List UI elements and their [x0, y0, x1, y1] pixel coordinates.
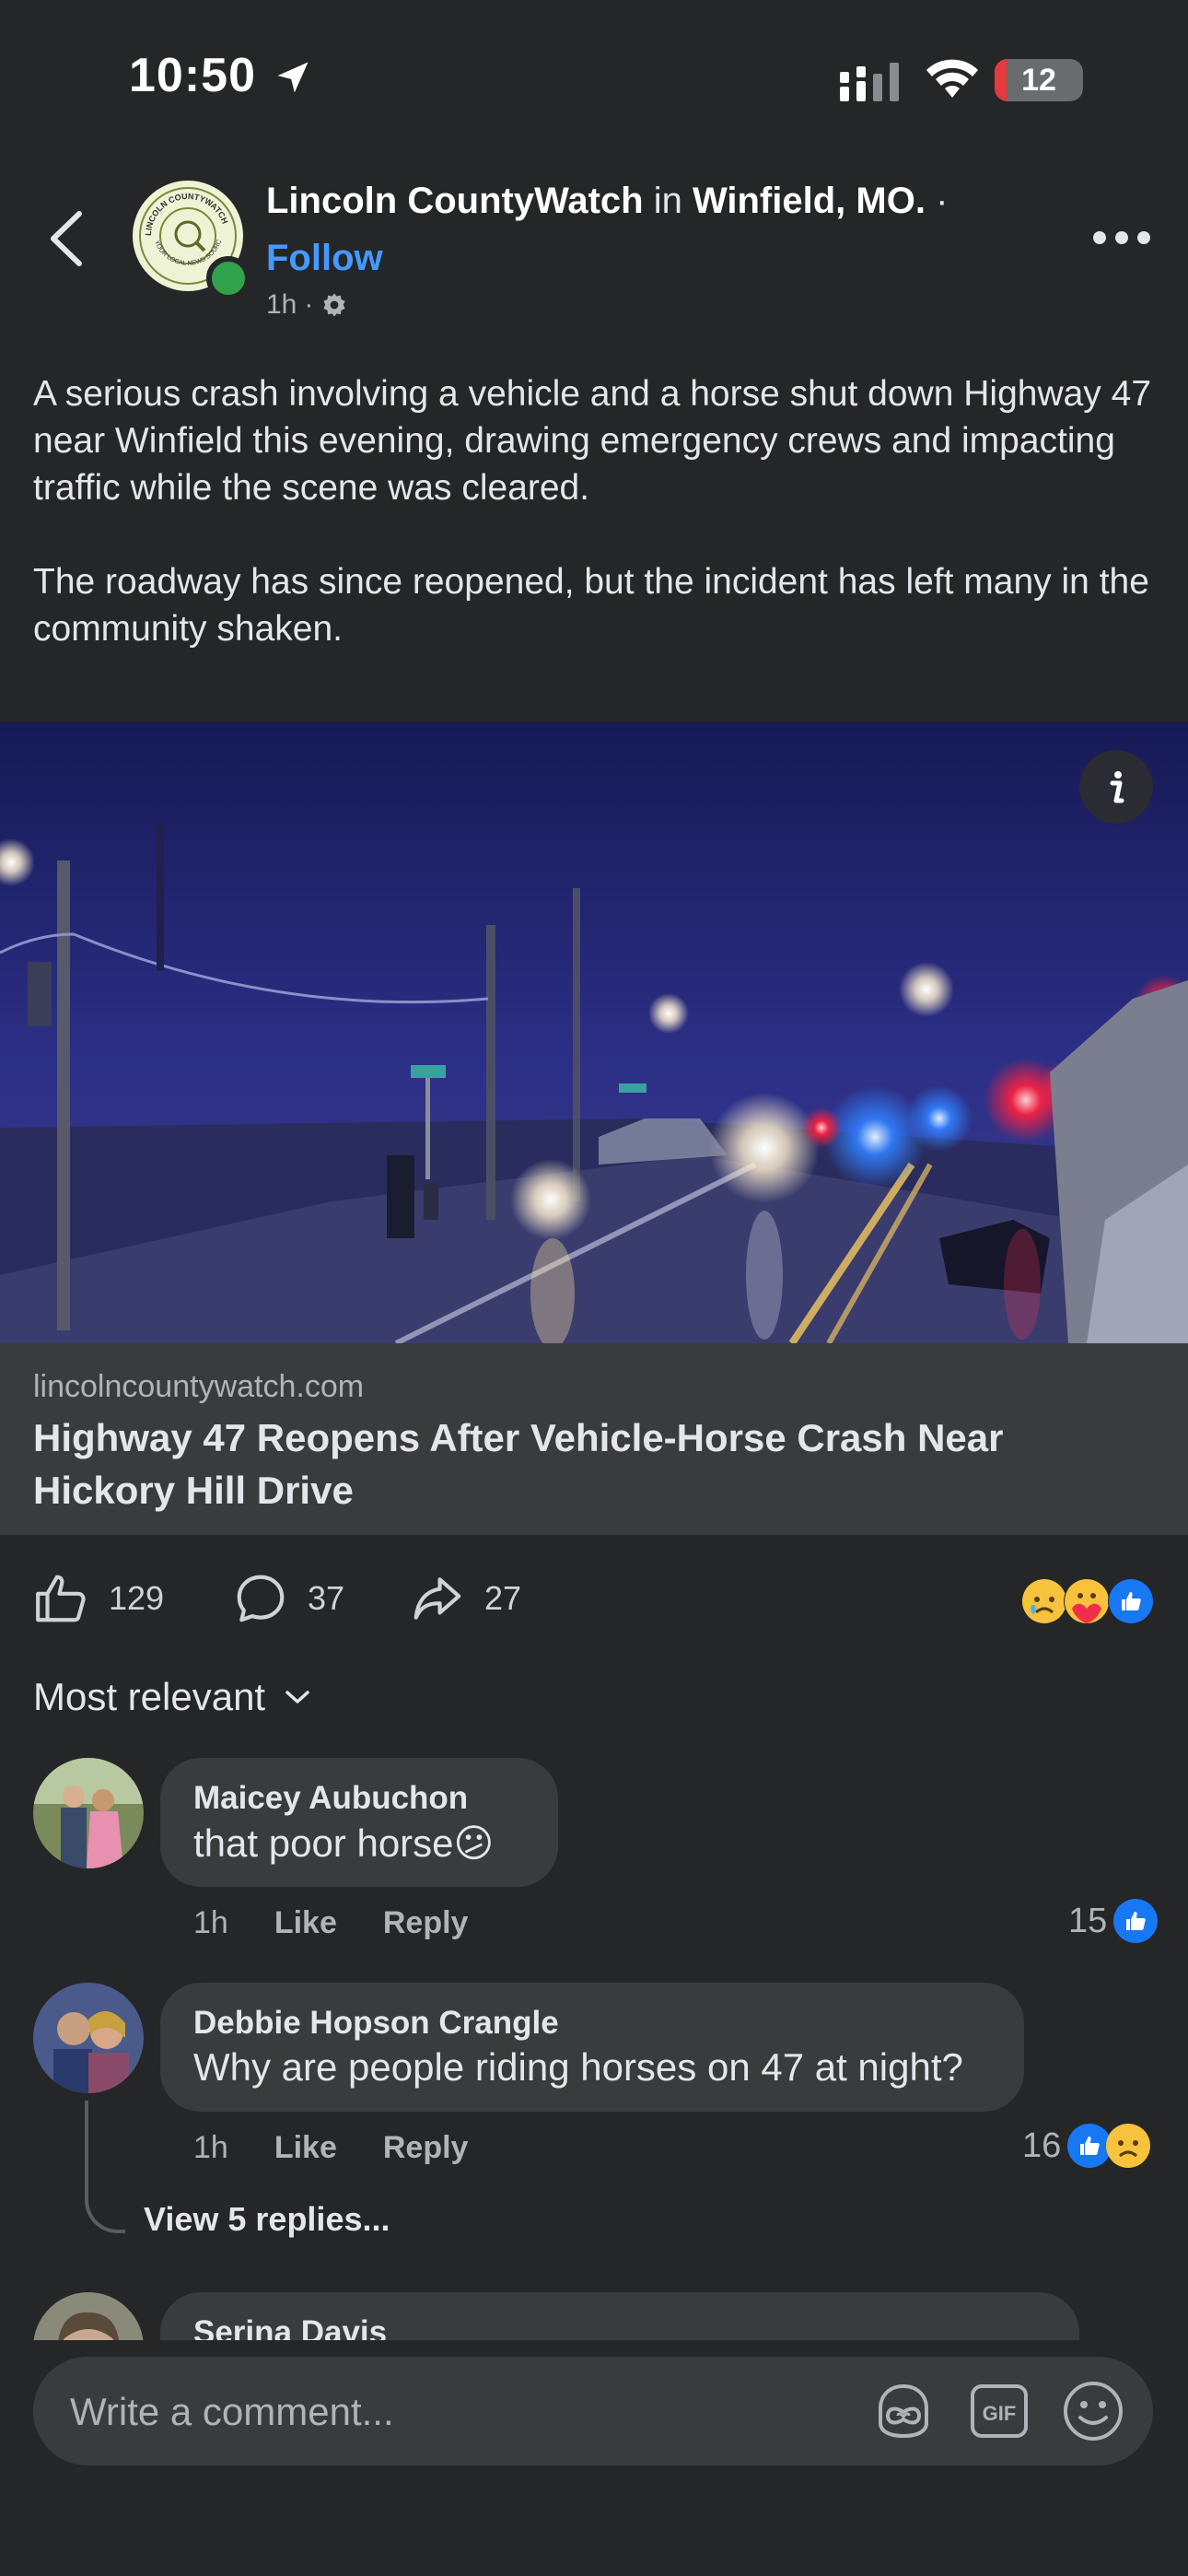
- post-meta: 1h ·: [266, 289, 348, 321]
- post-paragraph-1: A serious crash involving a vehicle and …: [33, 374, 1152, 508]
- comment-text-body: that poor horse: [193, 1821, 454, 1865]
- battery-indicator: 12: [995, 59, 1083, 101]
- confused-emoji: 😕: [453, 1821, 495, 1865]
- comment-input[interactable]: [68, 2383, 827, 2441]
- follow-button[interactable]: Follow: [266, 238, 383, 279]
- share-button[interactable]: 27: [409, 1566, 521, 1631]
- comment-meta: 1h Like Reply: [193, 2130, 468, 2166]
- like-button[interactable]: 129: [33, 1566, 164, 1631]
- commenter-avatar[interactable]: [33, 1983, 144, 2093]
- reply-thread-line: [85, 2101, 125, 2233]
- comment-time[interactable]: 1h: [193, 1905, 228, 1941]
- reaction-summary[interactable]: [1019, 1575, 1159, 1627]
- comment-like-button[interactable]: Like: [274, 2130, 337, 2166]
- status-time: 10:50: [129, 49, 256, 102]
- care-reaction-icon: [1064, 1578, 1110, 1624]
- chevron-down-icon: [285, 1691, 309, 1704]
- gif-icon[interactable]: GIF: [967, 2379, 1031, 2443]
- battery-level: 12: [1021, 63, 1056, 98]
- comment-button[interactable]: 37: [232, 1566, 344, 1631]
- post-body: A serious crash involving a vehicle and …: [33, 370, 1157, 699]
- online-status-dot: [206, 256, 250, 300]
- page-name[interactable]: Lincoln CountyWatch: [266, 181, 644, 221]
- emoji-icon[interactable]: [1061, 2379, 1125, 2443]
- share-count: 27: [484, 1579, 522, 1617]
- commenter-name[interactable]: Debbie Hopson Crangle: [193, 2005, 559, 2042]
- comment-text: Why are people riding horses on 47 at ni…: [193, 2045, 963, 2089]
- view-replies-link[interactable]: View 5 replies...: [144, 2200, 390, 2239]
- avatar-photo: [33, 1983, 144, 2093]
- avatar-sticker-icon[interactable]: [871, 2379, 936, 2443]
- comment-like-button[interactable]: Like: [274, 1905, 337, 1941]
- thumbs-up-icon: [36, 1575, 86, 1622]
- meta-separator: ·: [304, 289, 314, 320]
- like-count: 129: [109, 1579, 165, 1617]
- commenter-avatar[interactable]: [33, 1758, 144, 1868]
- sad-reaction-icon: [1022, 1579, 1066, 1623]
- post-time[interactable]: 1h: [266, 289, 297, 321]
- comment-time[interactable]: 1h: [193, 2130, 228, 2166]
- more-options-icon[interactable]: [1092, 230, 1151, 245]
- like-reaction-icon: [1113, 1899, 1159, 1943]
- header-separator: ·: [936, 181, 949, 221]
- battery-nub: [1077, 72, 1083, 88]
- commenter-name[interactable]: Maicey Aubuchon: [193, 1780, 468, 1817]
- comment-composer[interactable]: GIF: [33, 2357, 1153, 2465]
- post-header-line: Lincoln CountyWatch in Winfield, MO. ·: [266, 181, 948, 222]
- post-paragraph-2: The roadway has since reopened, but the …: [33, 562, 1149, 649]
- cellular-signal-icon: [840, 63, 899, 101]
- wifi-icon: [926, 59, 978, 98]
- comment-sort-dropdown[interactable]: Most relevant: [33, 1675, 311, 1719]
- comment-reply-button[interactable]: Reply: [383, 1905, 469, 1941]
- comment-meta: 1h Like Reply: [193, 1905, 468, 1941]
- comment-reaction-count[interactable]: 15: [1068, 1898, 1159, 1944]
- post-photo[interactable]: [0, 722, 1188, 1343]
- comment-reply-button[interactable]: Reply: [383, 2130, 469, 2166]
- share-arrow-icon: [413, 1577, 461, 1620]
- link-domain: lincolncountywatch.com: [33, 1369, 365, 1404]
- in-word: in: [653, 181, 682, 221]
- reaction-number: 15: [1068, 1901, 1108, 1940]
- avatar-photo: [33, 1758, 144, 1868]
- location-arrow-icon: [277, 62, 309, 93]
- comment-count: 37: [308, 1579, 345, 1617]
- like-reaction-icon: [1108, 1578, 1154, 1624]
- link-title[interactable]: Highway 47 Reopens After Vehicle-Horse C…: [33, 1411, 1138, 1516]
- crash-scene-image: [0, 722, 1188, 1343]
- info-icon[interactable]: [1079, 750, 1153, 824]
- reaction-number: 16: [1022, 2125, 1062, 2165]
- gear-icon: [323, 293, 345, 317]
- sort-label: Most relevant: [33, 1675, 266, 1718]
- comment-bubble-icon: [237, 1575, 285, 1622]
- back-chevron-icon[interactable]: [46, 210, 87, 267]
- comment-reaction-count[interactable]: 16: [1022, 2123, 1151, 2169]
- location-name[interactable]: Winfield, MO.: [693, 181, 926, 221]
- svg-text:GIF: GIF: [983, 2402, 1017, 2425]
- comment-text: that poor horse😕: [193, 1821, 494, 1866]
- sad-reaction-icon: [1106, 2124, 1151, 2168]
